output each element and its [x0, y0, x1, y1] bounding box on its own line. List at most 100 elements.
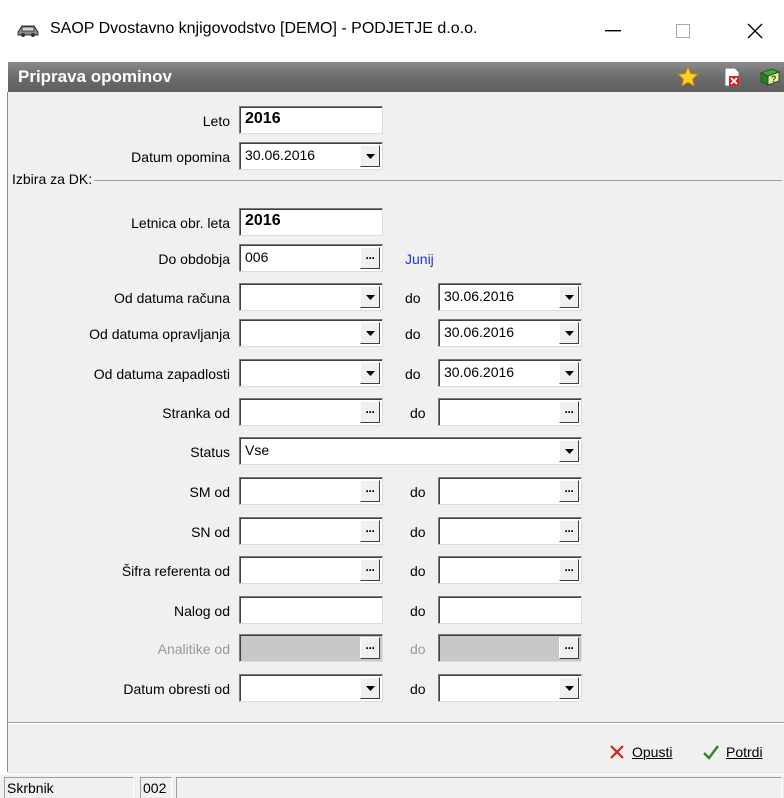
letnica-value: 2016	[245, 212, 281, 229]
ellipsis-icon: ···	[365, 405, 376, 419]
chevron-down-icon	[564, 685, 574, 691]
do-datuma-opravljanja-value: 30.06.2016	[444, 324, 515, 340]
letnica-input[interactable]: 2016	[239, 208, 383, 236]
stranka-od-label: Stranka od	[162, 405, 230, 421]
sm-od-input[interactable]: ···	[239, 477, 383, 505]
do-obdobja-value: 006	[245, 249, 269, 265]
app-icon	[17, 25, 39, 37]
status-dropdown-button[interactable]	[559, 440, 579, 462]
leto-input[interactable]: 2016	[239, 106, 383, 134]
status-user: Skrbnik	[4, 777, 134, 798]
od-datuma-zapadlosti-select[interactable]	[239, 359, 383, 387]
ellipsis-icon: ···	[365, 563, 376, 577]
sn-do-lookup-button[interactable]: ···	[559, 520, 579, 542]
datum-obresti-od-select[interactable]	[239, 674, 383, 702]
od-datuma-racuna-dropdown-button[interactable]	[360, 286, 380, 308]
confirm-label: Potrdi	[726, 744, 763, 760]
do-datuma-racuna-dropdown-button[interactable]	[559, 286, 579, 308]
od-datuma-zapadlosti-label: Od datuma zapadlosti	[93, 366, 230, 382]
chevron-down-icon	[365, 153, 375, 159]
leto-value: 2016	[245, 110, 281, 127]
do-label: do	[410, 681, 426, 697]
sifra-referenta-do-lookup-button[interactable]: ···	[559, 559, 579, 581]
cancel-button[interactable]: Opusti	[608, 740, 672, 764]
datum-obresti-do-select[interactable]	[438, 674, 582, 702]
ellipsis-icon: ···	[564, 524, 575, 538]
do-datuma-zapadlosti-value: 30.06.2016	[444, 364, 515, 380]
datum-opomina-select[interactable]: 30.06.2016	[239, 142, 383, 170]
dialog-title: Priprava opominov	[18, 67, 172, 86]
nalog-od-input[interactable]	[239, 596, 383, 624]
datum-obresti-do-dropdown-button[interactable]	[559, 677, 579, 699]
do-datuma-racuna-select[interactable]: 30.06.2016	[438, 283, 582, 311]
sm-od-lookup-button[interactable]: ···	[360, 480, 380, 502]
do-label: do	[405, 326, 421, 342]
do-obdobja-info: Junij	[405, 251, 434, 267]
ellipsis-icon: ···	[564, 641, 575, 655]
sm-do-input[interactable]: ···	[438, 477, 582, 505]
do-label: do	[410, 484, 426, 500]
maximize-icon	[676, 24, 690, 38]
sifra-referenta-do-input[interactable]: ···	[438, 556, 582, 584]
od-datuma-opravljanja-select[interactable]	[239, 319, 383, 347]
window-title: SAOP Dvostavno knjigovodstvo [DEMO] - PO…	[50, 20, 478, 37]
analitike-od-input: ···	[239, 634, 383, 662]
cancel-label: Opusti	[632, 744, 673, 760]
star-icon[interactable]	[676, 65, 700, 89]
chevron-down-icon	[564, 330, 574, 336]
svg-text:?: ?	[771, 74, 777, 84]
dialog-header: Priprava opominov ?	[8, 62, 784, 92]
datum-opomina-dropdown-button[interactable]	[360, 145, 380, 167]
sifra-referenta-od-input[interactable]: ···	[239, 556, 383, 584]
letnica-label: Letnica obr. leta	[131, 215, 230, 231]
nalog-od-label: Nalog od	[173, 603, 230, 619]
do-label: do	[405, 366, 421, 382]
status-label: Status	[190, 444, 230, 460]
do-obdobja-label: Do obdobja	[158, 251, 230, 267]
chevron-down-icon	[365, 370, 375, 376]
close-button[interactable]	[732, 10, 778, 52]
do-datuma-opravljanja-select[interactable]: 30.06.2016	[438, 319, 582, 347]
do-obdobja-input[interactable]: 006 ···	[239, 244, 383, 272]
stranka-od-input[interactable]: ···	[239, 398, 383, 426]
do-label: do	[405, 290, 421, 306]
do-label: do	[410, 563, 426, 579]
ellipsis-icon: ···	[365, 251, 376, 265]
minimize-icon	[605, 30, 621, 32]
ellipsis-icon: ···	[564, 563, 575, 577]
sn-od-lookup-button[interactable]: ···	[360, 520, 380, 542]
analitike-od-lookup-button: ···	[360, 637, 380, 659]
sn-do-input[interactable]: ···	[438, 517, 582, 545]
od-datuma-zapadlosti-dropdown-button[interactable]	[360, 362, 380, 384]
chevron-down-icon	[564, 370, 574, 376]
chevron-down-icon	[365, 294, 375, 300]
do-datuma-zapadlosti-dropdown-button[interactable]	[559, 362, 579, 384]
confirm-button[interactable]: Potrdi	[702, 740, 763, 764]
delete-doc-icon[interactable]	[720, 65, 744, 89]
do-obdobja-lookup-button[interactable]: ···	[360, 247, 380, 269]
do-label: do	[410, 641, 426, 657]
od-datuma-racuna-select[interactable]	[239, 283, 383, 311]
help-book-icon[interactable]: ?	[758, 65, 782, 89]
stranka-do-input[interactable]: ···	[438, 398, 582, 426]
sm-do-lookup-button[interactable]: ···	[559, 480, 579, 502]
sn-od-label: SN od	[191, 524, 230, 540]
stranka-od-lookup-button[interactable]: ···	[360, 401, 380, 423]
od-datuma-opravljanja-dropdown-button[interactable]	[360, 322, 380, 344]
do-datuma-opravljanja-dropdown-button[interactable]	[559, 322, 579, 344]
stranka-do-lookup-button[interactable]: ···	[559, 401, 579, 423]
datum-opomina-label: Datum opomina	[131, 149, 230, 165]
ellipsis-icon: ···	[564, 405, 575, 419]
do-datuma-zapadlosti-select[interactable]: 30.06.2016	[438, 359, 582, 387]
minimize-button[interactable]	[590, 10, 636, 52]
sn-od-input[interactable]: ···	[239, 517, 383, 545]
cancel-x-icon	[610, 745, 624, 759]
sifra-referenta-od-lookup-button[interactable]: ···	[360, 559, 380, 581]
status-select[interactable]: Vse	[239, 437, 582, 465]
analitike-do-input: ···	[438, 634, 582, 662]
maximize-button[interactable]	[660, 10, 706, 52]
close-icon	[747, 23, 763, 39]
nalog-do-input[interactable]	[438, 596, 582, 624]
datum-obresti-od-dropdown-button[interactable]	[360, 677, 380, 699]
chevron-down-icon	[564, 448, 574, 454]
